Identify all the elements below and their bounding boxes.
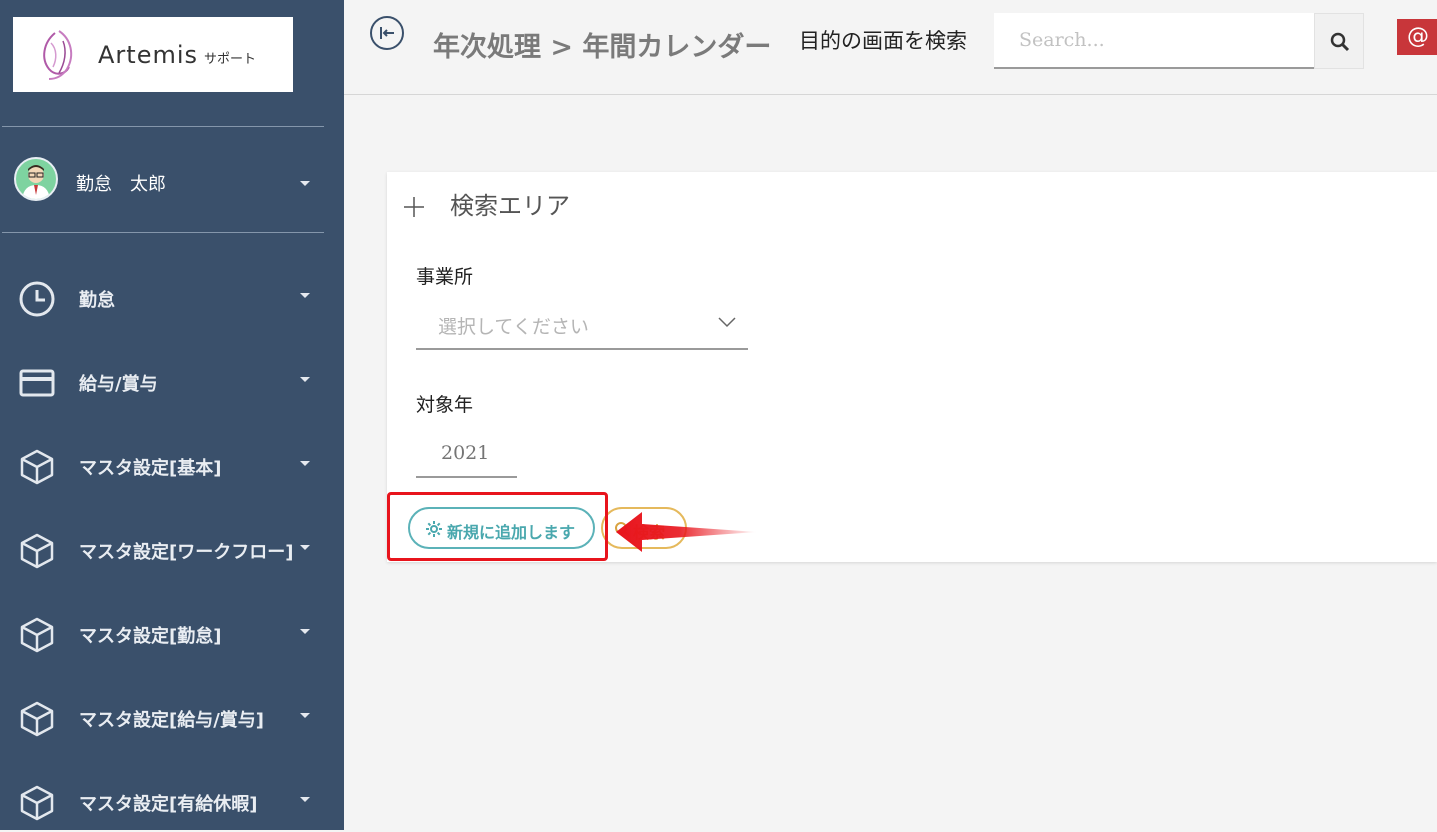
chevron-down-icon xyxy=(300,713,310,718)
chevron-down-icon xyxy=(718,317,736,328)
chevron-down-icon xyxy=(300,181,310,186)
sidebar-item-label: マスタ設定[基本] xyxy=(79,458,222,479)
chevron-down-icon xyxy=(300,377,310,382)
sidebar-item-payroll[interactable]: 給与/賞与 xyxy=(0,352,344,412)
sidebar-item-master-basic[interactable]: マスタ設定[基本] xyxy=(0,436,344,496)
chevron-down-icon xyxy=(300,797,310,802)
chevron-down-icon xyxy=(300,293,310,298)
sidebar-item-master-payroll[interactable]: マスタ設定[給与/賞与] xyxy=(0,688,344,748)
office-label: 事業所 xyxy=(416,266,474,288)
sidebar-item-label: 給与/賞与 xyxy=(79,374,158,395)
logo[interactable]: Artemis サポート xyxy=(13,17,293,92)
search-input[interactable] xyxy=(994,13,1314,69)
office-select[interactable]: 選択してください xyxy=(416,300,748,350)
cube-icon xyxy=(20,701,54,737)
credit-card-icon xyxy=(19,369,55,397)
user-menu[interactable]: 勤怠 太郎 xyxy=(0,140,344,222)
sidebar-item-master-paid-leave[interactable]: マスタ設定[有給休暇] xyxy=(0,772,344,832)
chevron-down-icon xyxy=(300,629,310,634)
clock-icon xyxy=(19,281,55,317)
cube-icon xyxy=(20,617,54,653)
chevron-down-icon xyxy=(300,545,310,550)
year-label: 対象年 xyxy=(416,394,474,416)
cube-icon xyxy=(20,533,54,569)
sidebar-collapse-button[interactable] xyxy=(370,16,404,50)
at-button[interactable]: @ xyxy=(1397,19,1437,55)
sidebar-item-attendance[interactable]: 勤怠 xyxy=(0,268,344,328)
office-select-value: 選択してください xyxy=(438,316,589,338)
user-name: 勤怠 太郎 xyxy=(76,174,166,195)
sidebar-item-label: マスタ設定[給与/賞与] xyxy=(79,710,265,731)
logo-mark-icon xyxy=(43,30,73,80)
cube-icon xyxy=(20,449,54,485)
highlight-annotation xyxy=(387,492,608,561)
red-arrow-annotation xyxy=(616,512,757,552)
search-icon xyxy=(1330,32,1350,52)
search-submit-button[interactable] xyxy=(1314,13,1364,69)
avatar xyxy=(14,157,58,201)
year-input[interactable] xyxy=(416,430,517,478)
avatar-person-icon xyxy=(22,165,50,199)
sidebar-item-label: 勤怠 xyxy=(79,290,115,311)
sidebar: Artemis サポート 勤怠 太郎 勤怠 給与/賞与 マスタ設定[基本] マス… xyxy=(0,0,344,830)
cube-icon xyxy=(20,785,54,821)
sidebar-item-label: マスタ設定[有給休暇] xyxy=(79,794,258,815)
search-area-title: 検索エリア xyxy=(450,192,570,220)
header: 年次処理 > 年間カレンダー 目的の画面を検索 @ xyxy=(344,0,1437,95)
sidebar-divider xyxy=(2,126,324,127)
chevron-down-icon xyxy=(300,461,310,466)
sidebar-divider xyxy=(2,232,324,233)
logo-text: Artemis サポート xyxy=(98,41,257,69)
collapse-left-icon xyxy=(380,27,394,39)
breadcrumb: 年次処理 > 年間カレンダー xyxy=(433,32,772,63)
expand-plus-icon[interactable] xyxy=(401,186,427,217)
sidebar-item-label: マスタ設定[勤怠] xyxy=(79,626,222,647)
sidebar-item-label: マスタ設定[ワークフロー] xyxy=(79,542,294,563)
sidebar-item-master-workflow[interactable]: マスタ設定[ワークフロー] xyxy=(0,520,344,580)
search-label: 目的の画面を検索 xyxy=(799,29,967,53)
sidebar-item-master-attendance[interactable]: マスタ設定[勤怠] xyxy=(0,604,344,664)
